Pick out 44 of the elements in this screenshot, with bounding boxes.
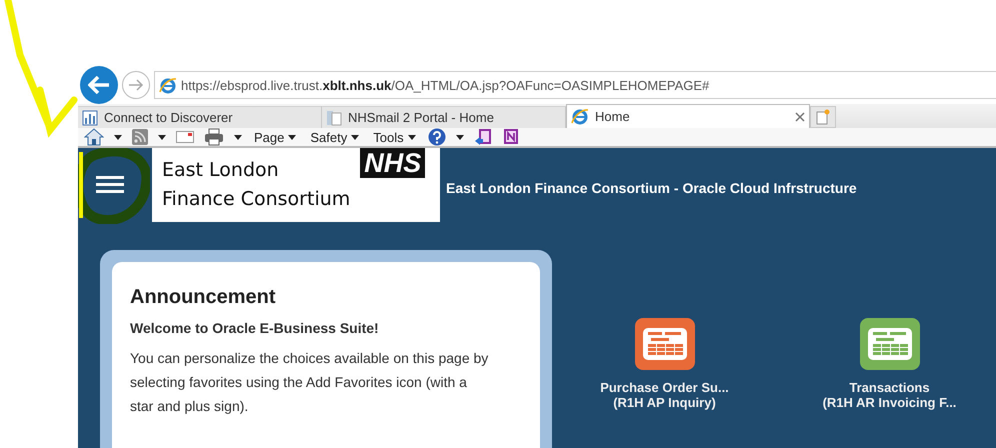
- command-menu[interactable]: Page: [252, 130, 298, 144]
- browser-logo-icon: [159, 76, 177, 94]
- tile-title[interactable]: Purchase Order Su...: [600, 380, 729, 395]
- caret-icon: [288, 134, 296, 140]
- caret-icon[interactable]: [456, 134, 464, 140]
- notebook-icon[interactable]: [502, 128, 520, 146]
- feed-icon[interactable]: [132, 129, 148, 145]
- home-icon[interactable]: [84, 128, 104, 146]
- caret-icon[interactable]: [234, 134, 242, 140]
- spreadsheet-icon[interactable]: [860, 318, 920, 370]
- browser-tab[interactable]: Home: [566, 104, 810, 128]
- announcement-text: You can personalize the choices available on this page by selecting favorites using the Add Favorites icon (with a star and plus sign).: [130, 349, 490, 416]
- organisation-name: East London Finance Consortium: [162, 158, 350, 212]
- caret-icon: [408, 134, 416, 140]
- page-icon: [326, 110, 342, 126]
- mail-icon[interactable]: [176, 131, 194, 143]
- browser-logo-icon: [571, 108, 589, 125]
- announcement-subtitle: Welcome to Oracle E-Business Suite!: [130, 320, 380, 336]
- spreadsheet-icon[interactable]: [634, 318, 694, 370]
- browser-tab[interactable]: Connect to Discoverer: [78, 106, 322, 128]
- caret-icon[interactable]: [114, 134, 122, 140]
- back-button[interactable]: [80, 66, 118, 104]
- logo-badge: NHS: [360, 148, 426, 178]
- notebook-icon[interactable]: [474, 128, 492, 146]
- help-icon[interactable]: [428, 128, 446, 146]
- new-page-icon: [816, 109, 830, 125]
- page-title: East London Finance Consortium - Oracle Cloud Infrstructure: [446, 180, 857, 196]
- menu-button[interactable]: [78, 148, 150, 224]
- bar-chart-icon: [82, 110, 98, 126]
- printer-icon[interactable]: [204, 128, 224, 146]
- caret-icon[interactable]: [158, 134, 166, 140]
- command-menu[interactable]: Tools: [371, 130, 418, 144]
- tile-title[interactable]: Transactions: [849, 380, 930, 395]
- tile-subtitle: (R1H AR Invoicing F...: [822, 395, 956, 410]
- new-tab-button[interactable]: [810, 106, 836, 128]
- command-menu[interactable]: Safety: [308, 130, 362, 144]
- forward-arrow-icon: [128, 79, 144, 91]
- address-bar[interactable]: https://ebsprod.live.trust.xblt.nhs.uk/OA_HTML/OA.jsp?OAFunc=OASIMPLEHOMEPAGE#: [154, 71, 996, 99]
- back-arrow-icon: [88, 76, 110, 94]
- announcement-title: Announcement: [130, 286, 277, 309]
- tile-subtitle: (R1H AP Inquiry): [613, 395, 716, 410]
- close-icon[interactable]: [795, 112, 805, 122]
- caret-icon: [351, 134, 360, 140]
- browser-tab[interactable]: NHSmail 2 Portal - Home: [322, 106, 566, 128]
